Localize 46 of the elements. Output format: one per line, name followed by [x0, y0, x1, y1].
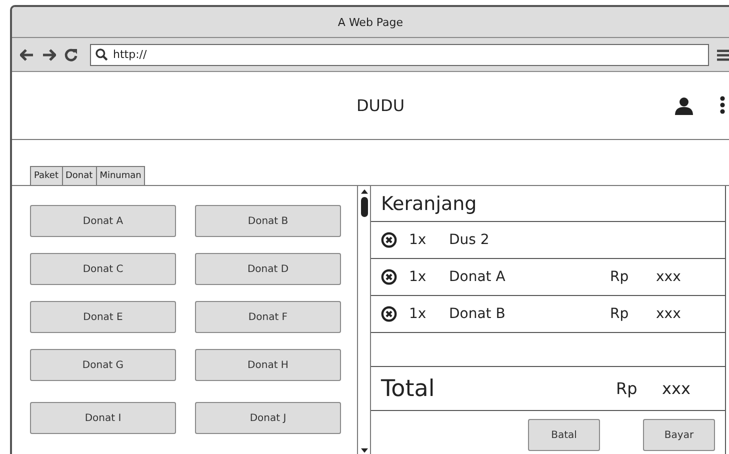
- category-tab[interactable]: Minuman: [96, 166, 146, 185]
- product-button[interactable]: Donat F: [195, 301, 341, 333]
- remove-icon[interactable]: [381, 269, 397, 285]
- product-button[interactable]: Donat B: [195, 205, 341, 237]
- total-amount: xxx: [662, 379, 690, 398]
- site-title: DUDU: [356, 96, 405, 115]
- product-button[interactable]: Donat H: [195, 349, 341, 381]
- item-price: xxx: [656, 269, 681, 285]
- product-button[interactable]: Donat E: [30, 301, 176, 333]
- item-price: xxx: [656, 306, 681, 322]
- product-button[interactable]: Donat A: [30, 205, 176, 237]
- scroll-up-icon[interactable]: [360, 189, 368, 194]
- product-button[interactable]: Donat C: [30, 253, 176, 285]
- search-icon: [95, 48, 108, 61]
- product-button[interactable]: Donat J: [195, 402, 341, 434]
- user-icon[interactable]: [675, 97, 693, 115]
- item-quantity: 1x: [409, 232, 428, 248]
- forward-icon[interactable]: [42, 48, 56, 62]
- item-currency: Rp: [610, 306, 630, 322]
- item-name: Dus 2: [449, 232, 490, 248]
- item-quantity: 1x: [409, 306, 428, 322]
- product-button[interactable]: Donat G: [30, 349, 176, 381]
- scroll-thumb[interactable]: [360, 197, 368, 217]
- item-name: Donat B: [449, 306, 506, 322]
- scroll-down-icon[interactable]: [360, 448, 368, 453]
- item-quantity: 1x: [409, 269, 428, 285]
- pay-button[interactable]: Bayar: [643, 419, 715, 451]
- item-name: Donat A: [449, 269, 506, 285]
- address-field[interactable]: http://: [90, 44, 709, 66]
- category-tab[interactable]: Paket: [30, 166, 62, 185]
- total-currency: Rp: [616, 379, 638, 398]
- cancel-button[interactable]: Batal: [528, 419, 600, 451]
- remove-icon[interactable]: [381, 306, 397, 322]
- remove-icon[interactable]: [381, 232, 397, 248]
- product-button[interactable]: Donat D: [195, 253, 341, 285]
- menu-icon[interactable]: [717, 48, 729, 62]
- item-currency: Rp: [610, 269, 630, 285]
- scrollbar[interactable]: [357, 186, 371, 454]
- category-tab[interactable]: Donat: [62, 166, 97, 185]
- cart-title: Keranjang: [381, 192, 477, 214]
- window-title: A Web Page: [338, 16, 404, 28]
- total-label: Total: [381, 376, 436, 402]
- more-icon[interactable]: [720, 96, 725, 114]
- reload-icon[interactable]: [64, 48, 78, 62]
- product-button[interactable]: Donat I: [30, 402, 176, 434]
- back-icon[interactable]: [20, 48, 34, 62]
